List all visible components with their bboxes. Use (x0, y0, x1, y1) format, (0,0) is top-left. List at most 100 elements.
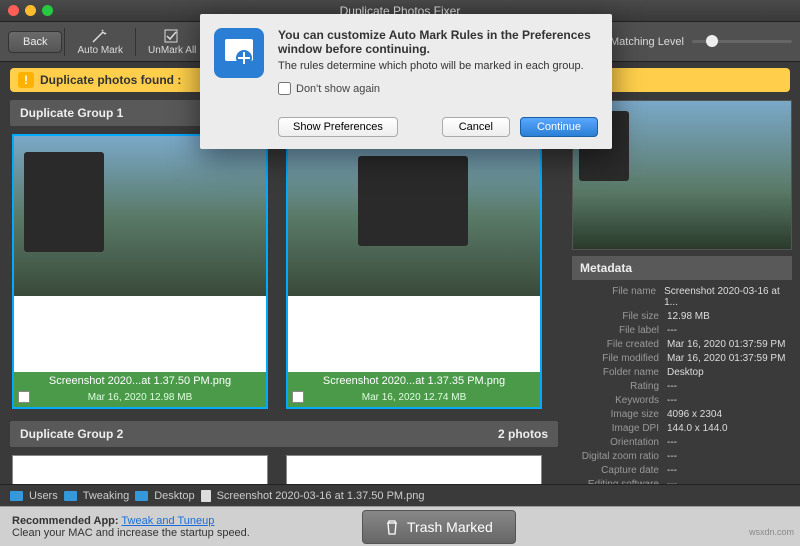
wand-icon (91, 28, 109, 44)
results-panel: Duplicate Group 1 Screenshot 2020...at 1… (0, 96, 568, 484)
metadata-value: Desktop (667, 367, 704, 378)
metadata-row: Capture date--- (572, 463, 792, 477)
metadata-key: File label (572, 325, 667, 336)
metadata-row: Image size4096 x 2304 (572, 407, 792, 421)
breadcrumb: Users Tweaking Desktop Screenshot 2020-0… (0, 484, 800, 506)
metadata-value: --- (667, 437, 677, 448)
folder-icon (10, 491, 23, 501)
metadata-value: 12.98 MB (667, 311, 710, 322)
metadata-value: 144.0 x 144.0 (667, 423, 728, 434)
thumbnail[interactable]: Screenshot 2020...at 1.37.35 PM.png Mar … (286, 134, 542, 409)
metadata-row: Folder nameDesktop (572, 365, 792, 379)
metadata-row: Image DPI144.0 x 144.0 (572, 421, 792, 435)
automark-button[interactable]: Auto Mark (67, 26, 133, 58)
thumbnail-sub: Mar 16, 2020 12.98 MB (14, 390, 266, 407)
unmarkall-button[interactable]: UnMark All (138, 26, 206, 58)
metadata-value: 4096 x 2304 (667, 409, 722, 420)
metadata-row: Editing software--- (572, 477, 792, 484)
recommended-app: Recommended App: Tweak and Tuneup Clean … (12, 515, 250, 539)
trash-marked-button[interactable]: Trash Marked (362, 510, 516, 544)
dialog-title: You can customize Auto Mark Rules in the… (278, 28, 598, 56)
folder-icon (135, 491, 148, 501)
metadata-key: Image size (572, 409, 667, 420)
continue-button[interactable]: Continue (520, 117, 598, 137)
folder-icon (64, 491, 77, 501)
slider-knob[interactable] (706, 35, 718, 47)
automark-dialog: You can customize Auto Mark Rules in the… (200, 14, 612, 149)
unmark-icon (163, 28, 181, 44)
back-button[interactable]: Back (8, 31, 62, 53)
metadata-value: --- (667, 381, 677, 392)
watermark: wsxdn.com (749, 527, 794, 537)
metadata-key: Keywords (572, 395, 667, 406)
metadata-row: File modifiedMar 16, 2020 01:37:59 PM (572, 351, 792, 365)
thumbnail[interactable] (12, 455, 268, 484)
metadata-value: --- (667, 465, 677, 476)
dialog-text: The rules determine which photo will be … (278, 60, 598, 72)
metadata-value: Mar 16, 2020 01:37:59 PM (667, 353, 785, 364)
thumbnail-caption: Screenshot 2020...at 1.37.35 PM.png (288, 372, 540, 390)
metadata-value: --- (667, 479, 677, 485)
alert-text: Duplicate photos found : (40, 73, 181, 87)
matching-slider[interactable] (692, 40, 792, 43)
trash-icon (385, 519, 399, 535)
matching-label: Matching Level (610, 36, 684, 48)
metadata-table: File nameScreenshot 2020-03-16 at 1...Fi… (572, 280, 792, 484)
metadata-key: Capture date (572, 465, 667, 476)
thumbnail-sub: Mar 16, 2020 12.74 MB (288, 390, 540, 407)
metadata-row: File nameScreenshot 2020-03-16 at 1... (572, 284, 792, 309)
metadata-value: --- (667, 325, 677, 336)
window-preview-icon (24, 152, 104, 252)
group-header-2[interactable]: Duplicate Group 2 2 photos (10, 421, 558, 447)
metadata-row: File size12.98 MB (572, 309, 792, 323)
dont-show-checkbox[interactable] (278, 82, 291, 95)
metadata-value: --- (667, 395, 677, 406)
metadata-key: Image DPI (572, 423, 667, 434)
thumbs-row-2 (10, 447, 558, 484)
metadata-key: File size (572, 311, 667, 322)
app-icon (214, 28, 264, 78)
cancel-button[interactable]: Cancel (442, 117, 510, 137)
breadcrumb-item[interactable]: Tweaking (83, 490, 129, 502)
metadata-row: Orientation--- (572, 435, 792, 449)
breadcrumb-item[interactable]: Users (29, 490, 58, 502)
sidebar: Metadata File nameScreenshot 2020-03-16 … (568, 96, 800, 484)
metadata-key: File modified (572, 353, 667, 364)
metadata-row: Rating--- (572, 379, 792, 393)
warning-icon: ! (18, 72, 34, 88)
metadata-value: Mar 16, 2020 01:37:59 PM (667, 339, 785, 350)
recommended-app-link[interactable]: Tweak and Tuneup (121, 515, 214, 527)
select-checkbox[interactable] (292, 391, 304, 403)
breadcrumb-item[interactable]: Desktop (154, 490, 194, 502)
file-icon (201, 490, 211, 502)
main-area: Duplicate Group 1 Screenshot 2020...at 1… (0, 96, 800, 484)
dont-show-again[interactable]: Don't show again (278, 82, 598, 95)
metadata-row: File createdMar 16, 2020 01:37:59 PM (572, 337, 792, 351)
metadata-value: --- (667, 451, 677, 462)
metadata-key: File created (572, 339, 667, 350)
metadata-key: Rating (572, 381, 667, 392)
metadata-key: Digital zoom ratio (572, 451, 667, 462)
select-checkbox[interactable] (18, 391, 30, 403)
footer: Recommended App: Tweak and Tuneup Clean … (0, 506, 800, 546)
metadata-key: Editing software (572, 479, 667, 485)
window-preview-icon (358, 156, 468, 246)
metadata-row: Keywords--- (572, 393, 792, 407)
thumbnail-image (14, 136, 266, 296)
breadcrumb-item[interactable]: Screenshot 2020-03-16 at 1.37.50 PM.png (217, 490, 425, 502)
metadata-value: Screenshot 2020-03-16 at 1... (664, 286, 792, 308)
metadata-header: Metadata (572, 256, 792, 280)
show-preferences-button[interactable]: Show Preferences (278, 117, 398, 137)
thumbnail-image (288, 136, 540, 296)
dialog-buttons: Show Preferences Cancel Continue (214, 117, 598, 137)
dialog-body: You can customize Auto Mark Rules in the… (278, 28, 598, 95)
thumbnail[interactable]: Screenshot 2020...at 1.37.50 PM.png Mar … (12, 134, 268, 409)
matching-level: Matching Level (610, 36, 792, 48)
thumbs-row-1: Screenshot 2020...at 1.37.50 PM.png Mar … (10, 126, 558, 417)
thumbnail-caption: Screenshot 2020...at 1.37.50 PM.png (14, 372, 266, 390)
metadata-row: File label--- (572, 323, 792, 337)
metadata-key: File name (572, 286, 664, 308)
metadata-key: Orientation (572, 437, 667, 448)
thumbnail[interactable] (286, 455, 542, 484)
metadata-key: Folder name (572, 367, 667, 378)
